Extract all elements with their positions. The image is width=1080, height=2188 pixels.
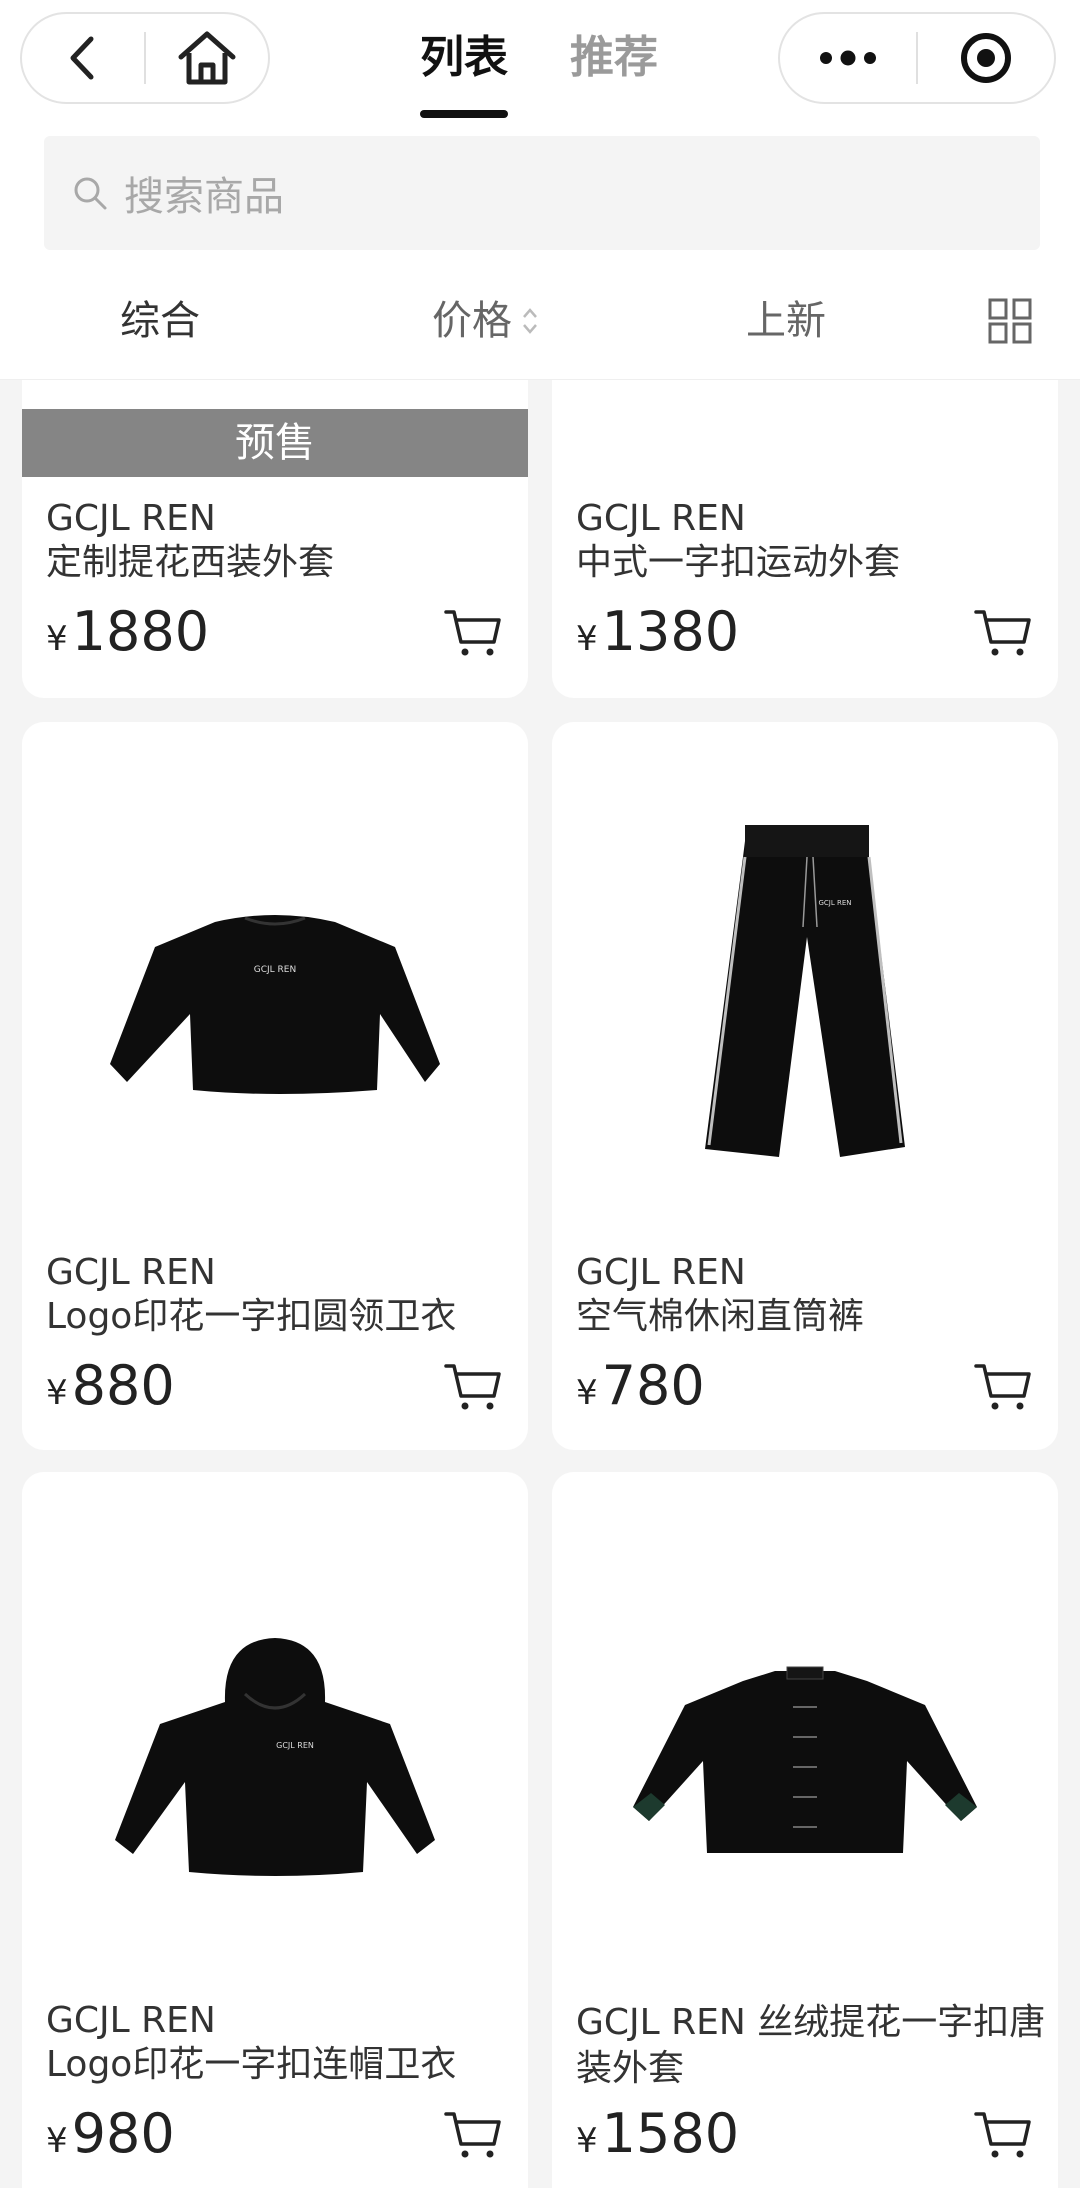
logo-print: GCJL REN bbox=[254, 965, 296, 975]
product-brand: GCJL REN bbox=[576, 498, 746, 539]
layout-toggle-button[interactable] bbox=[988, 298, 1032, 344]
home-button[interactable] bbox=[146, 14, 268, 102]
active-tab-indicator bbox=[420, 110, 508, 118]
product-brand: GCJL REN bbox=[46, 498, 216, 539]
tang-jacket-image bbox=[633, 1666, 977, 1853]
product-brand: GCJL REN bbox=[576, 1252, 746, 1293]
sort-price-label: 价格 bbox=[432, 298, 512, 344]
tab-recommend-label: 推荐 bbox=[570, 32, 658, 83]
pants-image: GCJL REN bbox=[705, 825, 905, 1157]
product-name: Logo印花一字扣连帽卫衣 bbox=[46, 2044, 457, 2085]
search-input[interactable]: 搜索商品 bbox=[44, 136, 1040, 250]
tab-list[interactable]: 列表 bbox=[420, 0, 508, 132]
add-to-cart-icon[interactable] bbox=[444, 2110, 502, 2160]
back-button[interactable] bbox=[22, 14, 144, 102]
price-value: 1580 bbox=[601, 2102, 740, 2165]
add-to-cart-icon[interactable] bbox=[444, 1362, 502, 1412]
product-name: 空气棉休闲直筒裤 bbox=[576, 1296, 865, 1337]
price-value: 1380 bbox=[601, 600, 740, 663]
presale-badge: 预售 bbox=[22, 409, 528, 477]
product-name: GCJL REN 丝绒提花一字扣唐装外套 bbox=[576, 2002, 1046, 2089]
page: 列表 推荐 搜索商品 综合 价格 上新 预售 GCJL REN 定制提花西装外套… bbox=[0, 0, 1080, 2188]
sweatshirt-image: GCJL REN bbox=[110, 915, 440, 1094]
product-price: ¥ 880 bbox=[46, 1354, 175, 1417]
product-card[interactable]: GCJL REN GCJL REN Logo印花一字扣连帽卫衣 ¥ 980 bbox=[22, 1472, 528, 2188]
product-card[interactable]: GCJL REN GCJL REN Logo印花一字扣圆领卫衣 ¥ 880 bbox=[22, 722, 528, 1450]
logo-print: GCJL REN bbox=[276, 1741, 314, 1750]
currency-symbol: ¥ bbox=[576, 619, 598, 659]
price-value: 880 bbox=[71, 1354, 175, 1417]
sort-comprehensive-label: 综合 bbox=[120, 298, 200, 344]
product-price: ¥ 1580 bbox=[576, 2102, 739, 2165]
sort-price[interactable]: 价格 bbox=[432, 262, 540, 380]
product-brand: GCJL REN bbox=[46, 1252, 216, 1293]
product-price: ¥ 1880 bbox=[46, 600, 209, 663]
top-nav: 列表 推荐 bbox=[0, 0, 1080, 132]
product-image-tang-jacket bbox=[552, 1512, 1058, 2022]
product-card[interactable]: GCJL REN GCJL REN 空气棉休闲直筒裤 ¥ 780 bbox=[552, 722, 1058, 1450]
hoodie-image: GCJL REN bbox=[115, 1638, 435, 1876]
currency-symbol: ¥ bbox=[576, 1373, 598, 1413]
price-value: 980 bbox=[71, 2102, 175, 2165]
search-placeholder: 搜索商品 bbox=[124, 174, 284, 220]
product-price: ¥ 980 bbox=[46, 2102, 175, 2165]
more-dots-icon bbox=[820, 50, 876, 66]
currency-symbol: ¥ bbox=[46, 619, 68, 659]
grid-layout-icon bbox=[988, 298, 1032, 344]
home-icon bbox=[178, 31, 236, 85]
sort-updown-icon bbox=[523, 308, 537, 334]
search-icon bbox=[74, 177, 107, 210]
add-to-cart-icon[interactable] bbox=[974, 2110, 1032, 2160]
target-circle-icon bbox=[960, 33, 1011, 83]
product-price: ¥ 1380 bbox=[576, 600, 739, 663]
price-value: 780 bbox=[601, 1354, 705, 1417]
currency-symbol: ¥ bbox=[46, 2121, 68, 2161]
search-section: 搜索商品 bbox=[0, 132, 1080, 262]
product-image-sweatshirt: GCJL REN bbox=[22, 762, 528, 1272]
chevron-left-icon bbox=[70, 36, 94, 80]
currency-symbol: ¥ bbox=[576, 2121, 598, 2161]
tab-list-label: 列表 bbox=[420, 32, 508, 83]
sort-bar: 综合 价格 上新 bbox=[0, 262, 1080, 380]
nav-capsule-right bbox=[778, 12, 1056, 104]
sort-comprehensive[interactable]: 综合 bbox=[120, 262, 200, 380]
logo-print: GCJL REN bbox=[818, 899, 851, 907]
product-name: 定制提花西装外套 bbox=[46, 542, 335, 583]
sort-newest[interactable]: 上新 bbox=[746, 262, 826, 380]
add-to-cart-icon[interactable] bbox=[974, 608, 1032, 658]
product-name: 中式一字扣运动外套 bbox=[576, 542, 901, 583]
add-to-cart-icon[interactable] bbox=[974, 1362, 1032, 1412]
product-price: ¥ 780 bbox=[576, 1354, 705, 1417]
sort-newest-label: 上新 bbox=[746, 298, 826, 344]
tab-recommend[interactable]: 推荐 bbox=[570, 0, 658, 132]
currency-symbol: ¥ bbox=[46, 1373, 68, 1413]
product-name: Logo印花一字扣圆领卫衣 bbox=[46, 1296, 457, 1337]
nav-capsule-left bbox=[20, 12, 270, 104]
more-button[interactable] bbox=[780, 14, 916, 102]
price-value: 1880 bbox=[71, 600, 210, 663]
product-card[interactable]: GCJL REN 丝绒提花一字扣唐装外套 ¥ 1580 bbox=[552, 1472, 1058, 2188]
add-to-cart-icon[interactable] bbox=[444, 608, 502, 658]
header-tabs: 列表 推荐 bbox=[420, 0, 720, 132]
product-image-pants: GCJL REN bbox=[552, 742, 1058, 1252]
close-miniprogram-button[interactable] bbox=[918, 14, 1054, 102]
product-image-hoodie: GCJL REN bbox=[22, 1512, 528, 2022]
product-brand: GCJL REN bbox=[46, 2000, 216, 2041]
